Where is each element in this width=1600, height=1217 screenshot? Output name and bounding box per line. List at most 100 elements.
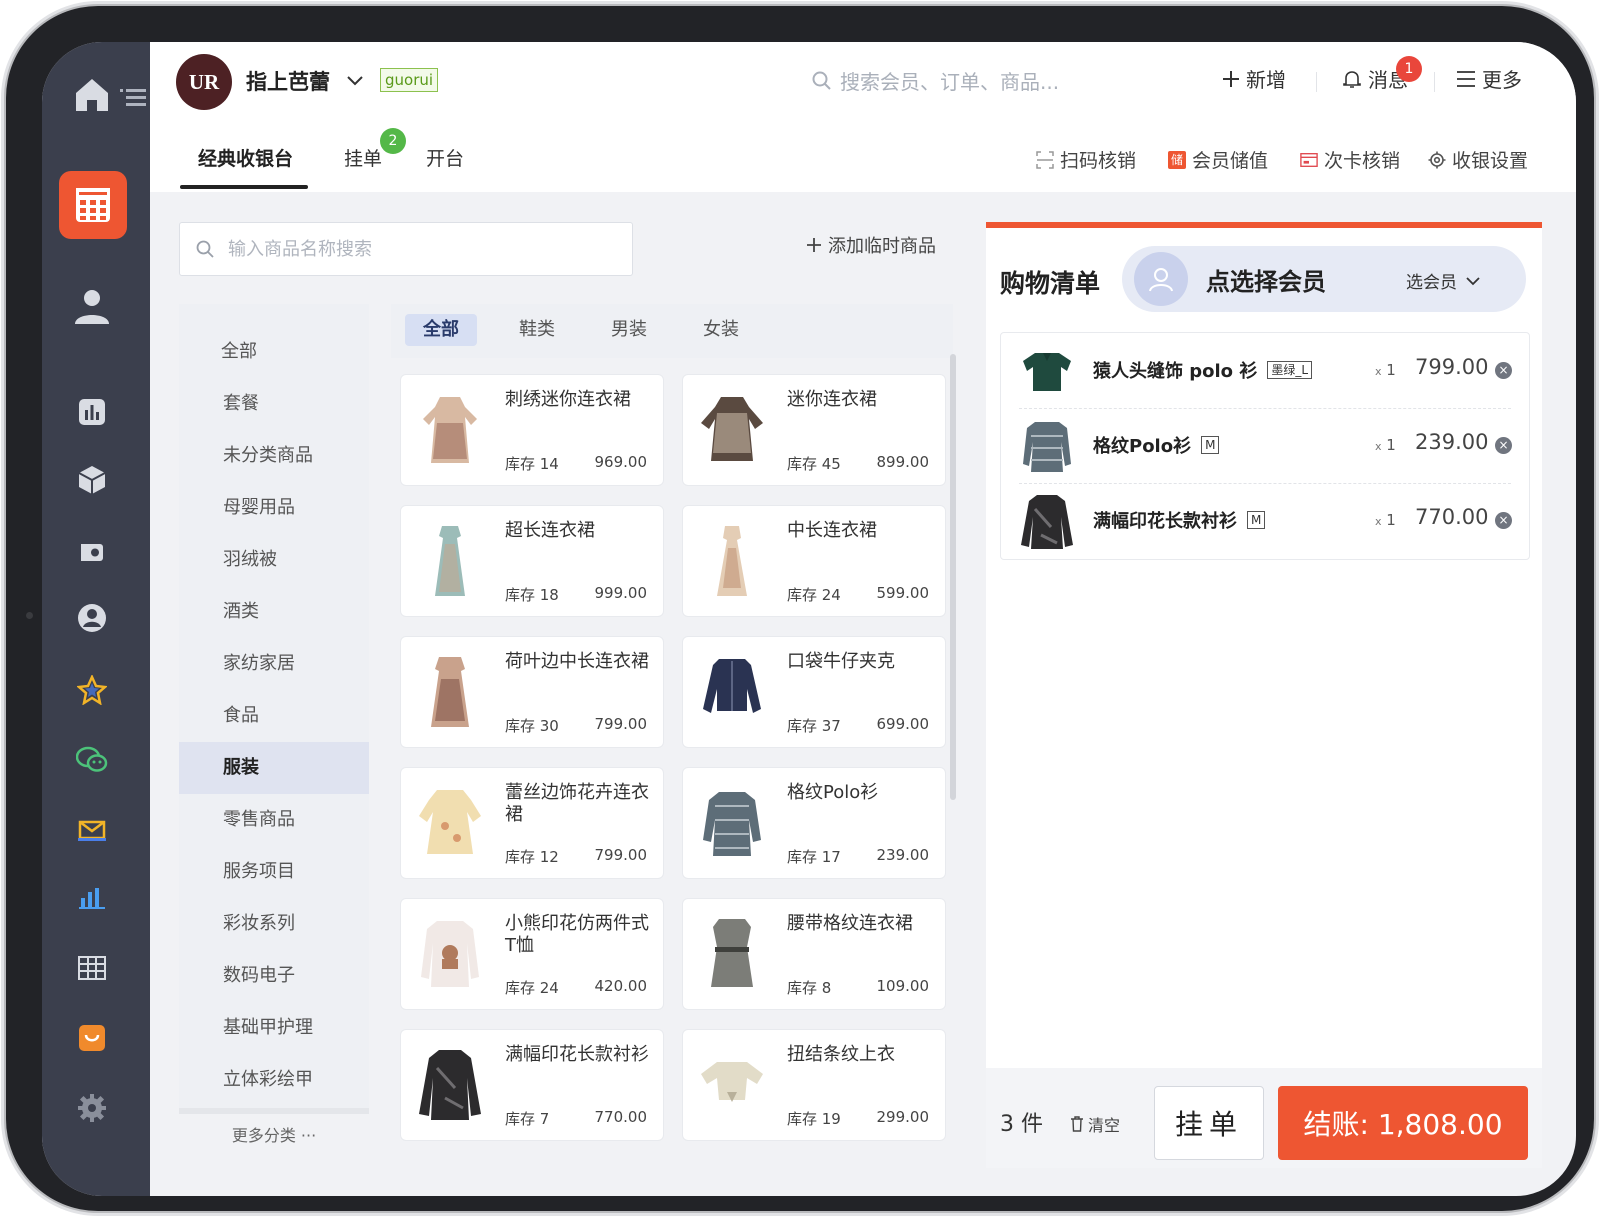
clear-cart-button[interactable]: 清空 bbox=[1070, 1112, 1120, 1136]
dress-thumbnail bbox=[423, 397, 477, 463]
tab-classic-cashier[interactable]: 经典收银台 bbox=[198, 144, 293, 171]
more-button[interactable]: 更多 bbox=[1456, 64, 1522, 93]
product-name: 腰带格纹连衣裙 bbox=[787, 913, 913, 934]
product-card[interactable]: 刺绣迷你连衣裙 库存 14 969.00 bbox=[400, 374, 664, 486]
category-item[interactable]: 彩妆系列 bbox=[179, 898, 369, 950]
product-name: 荷叶边中长连衣裙 bbox=[505, 651, 649, 672]
staff-user-circle-icon[interactable] bbox=[42, 600, 142, 636]
product-search-box[interactable] bbox=[179, 222, 633, 276]
new-label: 新增 bbox=[1246, 68, 1286, 92]
member-user-icon[interactable] bbox=[42, 284, 142, 328]
product-card[interactable]: 满幅印花长款衬衫 库存 7 770.00 bbox=[400, 1029, 664, 1141]
statistics-bar-icon[interactable] bbox=[42, 880, 142, 916]
product-stock: 库存 14 bbox=[505, 455, 559, 473]
product-stock: 库存 19 bbox=[787, 1110, 841, 1128]
category-item[interactable]: 酒类 bbox=[179, 586, 369, 638]
card-verify-label: 次卡核销 bbox=[1324, 150, 1401, 172]
qty-value: 1 bbox=[1386, 436, 1396, 454]
category-item[interactable]: 未分类商品 bbox=[179, 430, 369, 482]
product-stock: 库存 24 bbox=[505, 979, 559, 997]
product-card[interactable]: 扭结条纹上衣 库存 19 299.00 bbox=[682, 1029, 946, 1141]
cashier-calculator-icon[interactable] bbox=[59, 171, 127, 239]
tab-pending-orders[interactable]: 挂单 bbox=[344, 144, 382, 171]
cart-item[interactable]: 满幅印花长款衬衫 M x 1 770.00 × bbox=[1001, 483, 1529, 558]
report-chart-icon[interactable] bbox=[42, 394, 142, 430]
cart-item[interactable]: 格纹Polo衫 M x 1 239.00 × bbox=[1001, 408, 1529, 483]
member-recharge-button[interactable]: 储 会员储值 bbox=[1168, 146, 1268, 173]
select-member-button[interactable]: 点选择会员 选会员 bbox=[1122, 246, 1526, 312]
category-item[interactable]: 母婴用品 bbox=[179, 482, 369, 534]
category-item[interactable]: 食品 bbox=[179, 690, 369, 742]
category-item[interactable]: 全部 bbox=[179, 326, 369, 378]
product-card[interactable]: 小熊印花仿两件式T恤 库存 24 420.00 bbox=[400, 898, 664, 1010]
category-item[interactable]: 家纺家居 bbox=[179, 638, 369, 690]
product-stock: 库存 12 bbox=[505, 848, 559, 866]
category-item[interactable]: 数码电子 bbox=[179, 950, 369, 1002]
category-list-divider bbox=[179, 1108, 369, 1114]
member-dropdown[interactable]: 选会员 bbox=[1406, 268, 1481, 293]
menu-collapse-icon[interactable] bbox=[114, 80, 154, 114]
product-card[interactable]: 蕾丝边饰花卉连衣裙 库存 12 799.00 bbox=[400, 767, 664, 879]
product-name: 格纹Polo衫 bbox=[787, 782, 879, 803]
product-card[interactable]: 中长连衣裙 库存 24 599.00 bbox=[682, 505, 946, 617]
chevron-down-icon[interactable] bbox=[346, 72, 364, 91]
filter-tab-womenswear[interactable]: 女装 bbox=[685, 314, 757, 346]
settings-gear-icon[interactable] bbox=[42, 1090, 142, 1126]
product-name: 口袋牛仔夹克 bbox=[787, 651, 895, 672]
goods-cube-icon[interactable] bbox=[42, 462, 142, 498]
remove-item-icon[interactable]: × bbox=[1495, 437, 1512, 454]
category-item[interactable]: 羽绒被 bbox=[179, 534, 369, 586]
cashier-settings-button[interactable]: 收银设置 bbox=[1428, 146, 1528, 173]
shopping-cart-panel: 购物清单 点选择会员 选会员 猿人头缝饰 polo 衫 墨绿_L x 1 799… bbox=[986, 222, 1542, 1168]
add-temp-product-button[interactable]: 添加临时商品 bbox=[806, 232, 936, 258]
table-grid-icon[interactable] bbox=[42, 950, 142, 986]
product-card[interactable]: 腰带格纹连衣裙 库存 8 109.00 bbox=[682, 898, 946, 1010]
dress-thumbnail bbox=[701, 397, 763, 461]
cart-item-name: 猿人头缝饰 polo 衫 bbox=[1093, 361, 1258, 382]
global-search-placeholder: 搜索会员、订单、商品... bbox=[840, 70, 1060, 94]
product-card[interactable]: 超长连衣裙 库存 18 999.00 bbox=[400, 505, 664, 617]
cart-item-price: 770.00 bbox=[1415, 505, 1489, 529]
remove-item-icon[interactable]: × bbox=[1495, 512, 1512, 529]
new-button[interactable]: 新增 bbox=[1222, 64, 1286, 93]
store-logo: UR bbox=[176, 54, 232, 110]
product-stock: 库存 24 bbox=[787, 586, 841, 604]
checkout-button[interactable]: 结账: 1,808.00 bbox=[1278, 1086, 1528, 1160]
filter-tab-all[interactable]: 全部 bbox=[405, 314, 477, 346]
hold-order-button[interactable]: 挂单 bbox=[1154, 1086, 1264, 1160]
marketing-star-icon[interactable] bbox=[42, 672, 142, 708]
filter-tab-shoes[interactable]: 鞋类 bbox=[501, 314, 573, 346]
scan-verify-button[interactable]: 扫码核销 bbox=[1036, 146, 1136, 173]
store-name[interactable]: 指上芭蕾 bbox=[246, 66, 330, 96]
product-card[interactable]: 荷叶边中长连衣裙 库存 30 799.00 bbox=[400, 636, 664, 748]
cart-item-size: M bbox=[1201, 436, 1220, 454]
product-search-input[interactable] bbox=[226, 237, 610, 261]
category-list: 全部 套餐 未分类商品 母婴用品 羽绒被 酒类 家纺家居 食品 服装 零售商品 … bbox=[179, 304, 369, 1114]
mall-bag-icon[interactable] bbox=[42, 1020, 142, 1056]
product-list-scrollbar[interactable] bbox=[950, 354, 956, 800]
remove-item-icon[interactable]: × bbox=[1495, 362, 1512, 379]
product-card[interactable]: 口袋牛仔夹克 库存 37 699.00 bbox=[682, 636, 946, 748]
category-item[interactable]: 服务项目 bbox=[179, 846, 369, 898]
category-item[interactable]: 零售商品 bbox=[179, 794, 369, 846]
filter-tab-menswear[interactable]: 男装 bbox=[593, 314, 665, 346]
category-item-active[interactable]: 服装 bbox=[179, 742, 369, 794]
product-stock: 库存 8 bbox=[787, 979, 832, 997]
finance-wallet-icon[interactable] bbox=[42, 534, 142, 570]
category-item[interactable]: 套餐 bbox=[179, 378, 369, 430]
wechat-icon[interactable] bbox=[42, 742, 142, 778]
product-price: 770.00 bbox=[594, 1108, 648, 1126]
tshirt-thumbnail bbox=[421, 921, 479, 987]
scan-icon bbox=[1036, 150, 1054, 169]
global-search[interactable]: 搜索会员、订单、商品... bbox=[812, 66, 1059, 95]
more-categories-button[interactable]: 更多分类 ··· bbox=[179, 1122, 369, 1146]
sms-envelope-icon[interactable] bbox=[42, 812, 142, 848]
product-card[interactable]: 格纹Polo衫 库存 17 239.00 bbox=[682, 767, 946, 879]
category-item[interactable]: 立体彩绘甲 bbox=[179, 1054, 369, 1106]
search-icon bbox=[196, 240, 214, 258]
category-item[interactable]: 基础甲护理 bbox=[179, 1002, 369, 1054]
card-verify-button[interactable]: 次卡核销 bbox=[1300, 146, 1400, 173]
cart-item[interactable]: 猿人头缝饰 polo 衫 墨绿_L x 1 799.00 × bbox=[1001, 333, 1529, 408]
product-card[interactable]: 迷你连衣裙 库存 45 899.00 bbox=[682, 374, 946, 486]
tab-open-table[interactable]: 开台 bbox=[426, 144, 464, 171]
